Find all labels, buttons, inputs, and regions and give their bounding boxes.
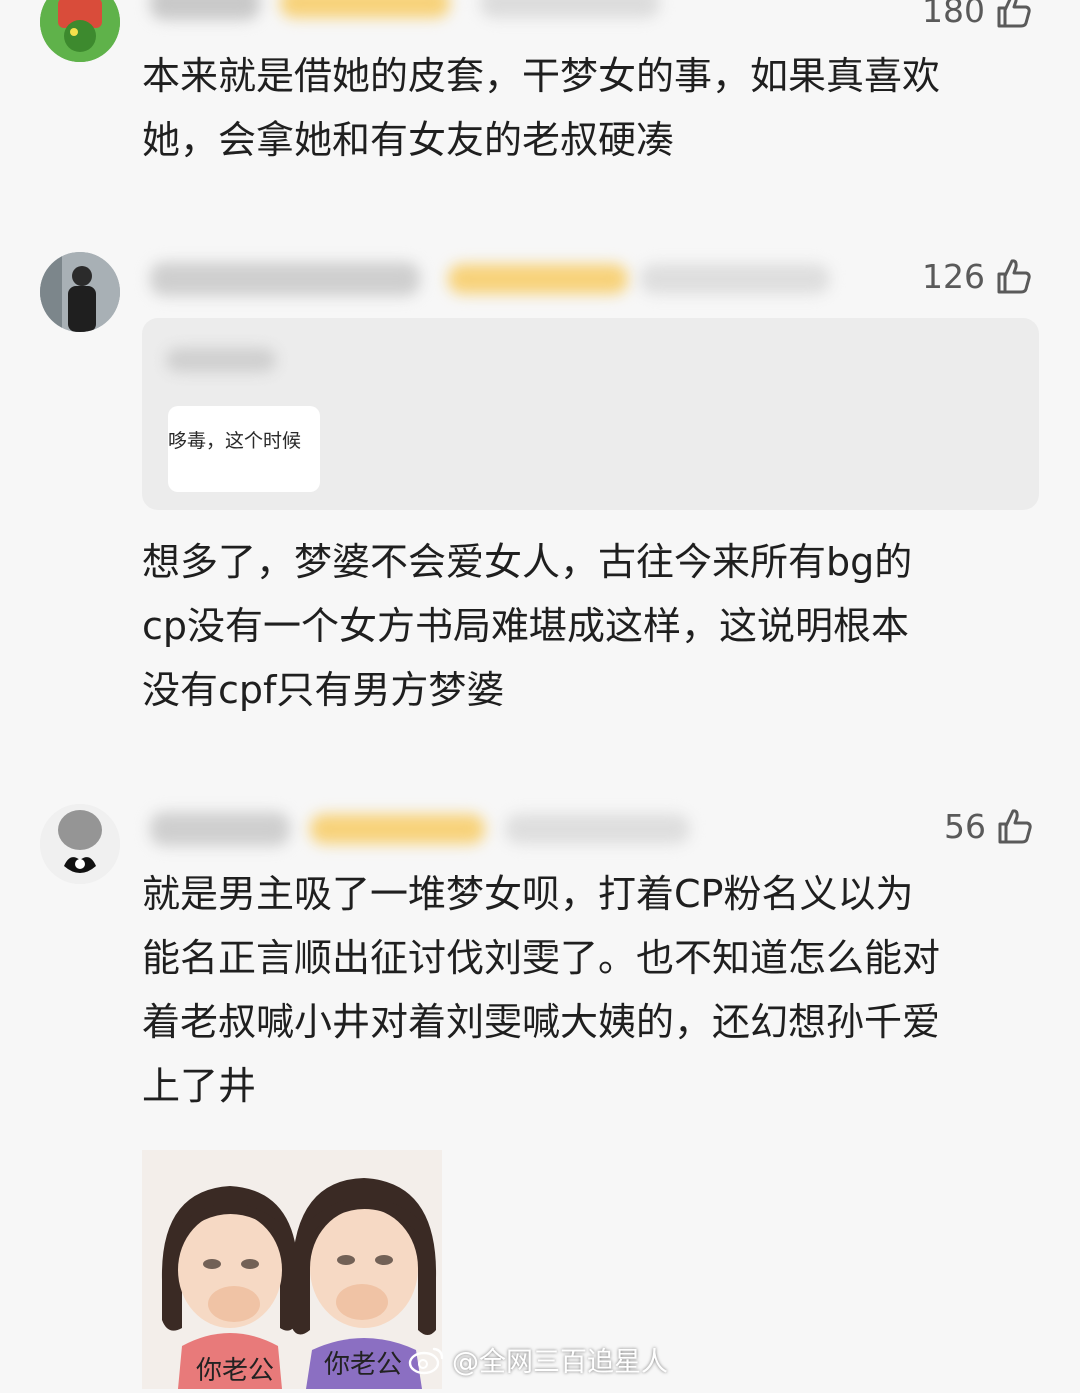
watermark: @全网三百追星人 <box>408 1340 668 1379</box>
thumbs-up-icon <box>997 259 1031 294</box>
quoted-snippet-text: 哆毒，这个时候 <box>168 430 302 452</box>
comment-body: 想多了，梦婆不会爱女人，古往今来所有bg的 cp没有一个女方书局难堪成这样，这说… <box>142 530 912 722</box>
sticker-image[interactable]: 你老公 你老公 <box>142 1150 442 1389</box>
comment-body: 就是男主吸了一堆梦女呗，打着CP粉名义以为 能名正言顺出征讨伐刘雯了。也不知道怎… <box>142 862 940 1118</box>
fan-badge-blurred <box>280 0 450 18</box>
comment-line: 想多了，梦婆不会爱女人，古往今来所有bg的 <box>142 540 913 584</box>
sticker-label-left: 你老公 <box>196 1356 275 1386</box>
quoted-reply[interactable]: 哆毒，这个时候 <box>142 318 1039 510</box>
like-count: 126 <box>922 256 985 296</box>
username-blurred[interactable] <box>150 812 290 846</box>
avatar-image <box>40 252 120 332</box>
like-count: 180 <box>922 0 985 30</box>
avatar[interactable] <box>40 804 120 884</box>
quoted-snippet-card: 哆毒，这个时候 <box>168 406 320 492</box>
avatar[interactable] <box>40 252 120 332</box>
username-blurred[interactable] <box>150 0 260 20</box>
thumbs-up-icon <box>998 809 1032 844</box>
like-button[interactable]: 180 <box>922 0 1033 30</box>
like-button[interactable]: 56 <box>944 806 1034 846</box>
like-count: 56 <box>944 806 986 846</box>
comment-line: 她，会拿她和有女友的老叔硬凑 <box>142 118 675 162</box>
timestamp-blurred <box>640 264 830 294</box>
fan-badge-blurred <box>310 814 485 844</box>
comment-line: 没有cpf只有男方梦婆 <box>142 668 505 712</box>
thumbs-up-icon <box>997 0 1031 28</box>
sticker-label-right: 你老公 <box>324 1350 403 1380</box>
avatar-image <box>40 804 120 884</box>
avatar[interactable] <box>40 0 120 62</box>
comment-line: 上了井 <box>142 1064 257 1108</box>
weibo-logo-icon <box>408 1347 444 1374</box>
comment-line: cp没有一个女方书局难堪成这样，这说明根本 <box>142 604 910 648</box>
like-button[interactable]: 126 <box>922 256 1033 296</box>
quoted-username-blurred <box>166 348 276 372</box>
fan-badge-blurred <box>448 264 628 294</box>
username-blurred[interactable] <box>150 262 420 296</box>
timestamp-blurred <box>505 814 690 844</box>
comment-line: 着老叔喊小井对着刘雯喊大姨的，还幻想孙千爱 <box>142 1000 941 1044</box>
comment-line: 就是男主吸了一堆梦女呗，打着CP粉名义以为 <box>142 872 914 916</box>
comment-line: 本来就是借她的皮套，干梦女的事，如果真喜欢 <box>142 54 941 98</box>
avatar-image <box>40 0 120 62</box>
comment-body: 本来就是借她的皮套，干梦女的事，如果真喜欢 她，会拿她和有女友的老叔硬凑 <box>142 44 940 172</box>
watermark-text: @全网三百追星人 <box>452 1347 668 1378</box>
timestamp-blurred <box>480 0 660 18</box>
comment-line: 能名正言顺出征讨伐刘雯了。也不知道怎么能对 <box>142 936 941 980</box>
